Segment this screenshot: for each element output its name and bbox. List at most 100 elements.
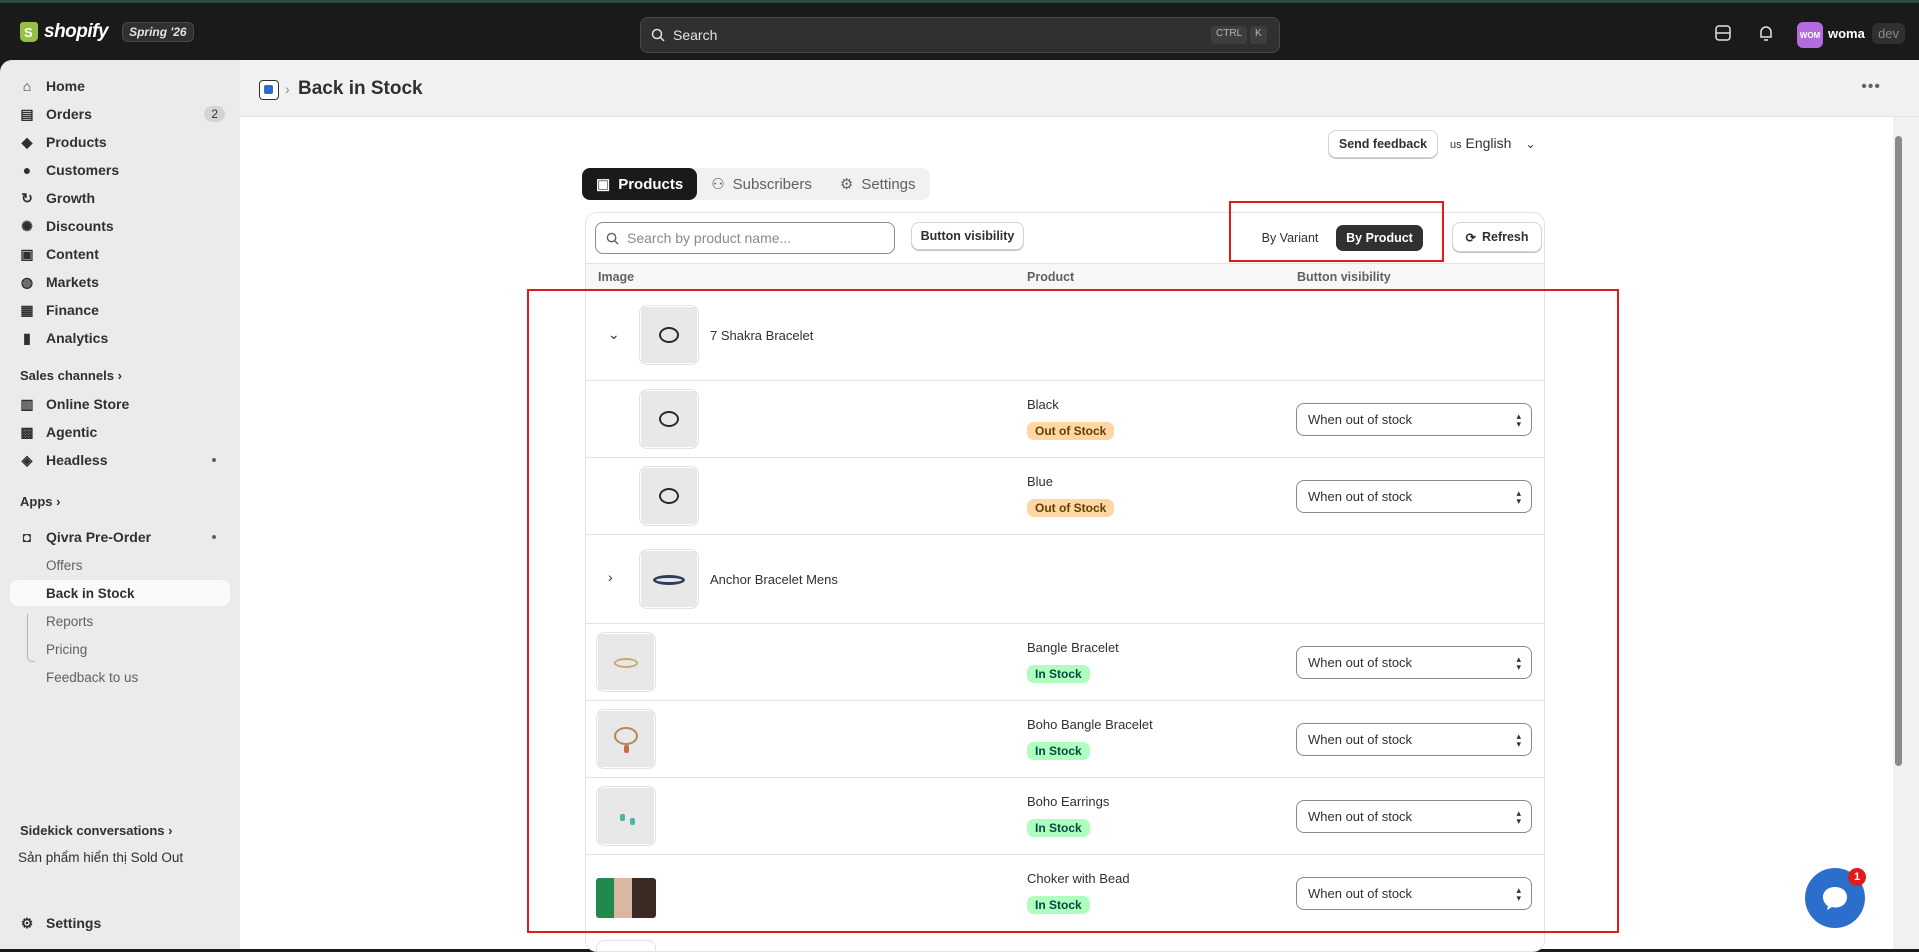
by-product-button[interactable]: By Product [1336, 225, 1423, 251]
sidekick-conversation-item[interactable]: Sản phẩm hiển thị Sold Out [18, 850, 183, 865]
sidebar-item-orders[interactable]: ▤ Orders 2 [10, 101, 230, 127]
table-row-group[interactable]: › Anchor Bracelet Mens [586, 535, 1544, 624]
shopify-logo[interactable]: shopify Spring '26 [20, 21, 194, 43]
product-name: Anchor Bracelet Mens [710, 572, 838, 587]
tab-subscribers[interactable]: ⚇ Subscribers [697, 168, 826, 200]
sidebar-item-settings[interactable]: ⚙ Settings [10, 910, 230, 936]
refresh-label: Refresh [1481, 230, 1529, 244]
sidebar-item-analytics[interactable]: ▮ Analytics [10, 325, 230, 351]
select-value: When out of stock [1308, 732, 1413, 747]
sidebar-item-products[interactable]: ◆ Products [10, 129, 230, 155]
sidebar-item-finance[interactable]: ▦ Finance [10, 297, 230, 323]
language-select[interactable]: us English ⌄ [1450, 135, 1536, 151]
choker-image [596, 878, 656, 918]
sidebar-subitem-offers[interactable]: Offers [10, 552, 230, 578]
select-value: When out of stock [1308, 809, 1413, 824]
avatar[interactable]: WOM [1797, 22, 1823, 48]
people-icon: ⚇ [711, 176, 725, 193]
shortcut-k: K [1250, 26, 1267, 44]
tab-settings[interactable]: ⚙ Settings [826, 168, 930, 200]
tab-products[interactable]: ▣ Products [582, 168, 698, 200]
sidebar-item-growth[interactable]: ↻ Growth [10, 185, 230, 211]
edition-badge: Spring '26 [122, 22, 194, 42]
gear-icon: ⚙ [839, 176, 854, 193]
store-name[interactable]: woma [1828, 26, 1865, 41]
visibility-select[interactable]: When out of stock ▴ ▾ [1296, 877, 1532, 910]
sidekick-heading[interactable]: Sidekick conversations › [20, 823, 172, 838]
sidebar-subitem-feedback[interactable]: Feedback to us [10, 664, 230, 690]
more-actions-icon[interactable]: ••• [1861, 78, 1881, 96]
visibility-select[interactable]: When out of stock ▴ ▾ [1296, 723, 1532, 756]
content-icon: ▣ [20, 245, 34, 262]
sidebar-subitem-reports[interactable]: Reports [10, 608, 230, 634]
by-variant-button[interactable]: By Variant [1244, 225, 1336, 251]
product-thumbnail [639, 305, 699, 365]
sidebar-item-content[interactable]: ▣ Content [10, 241, 230, 267]
chevron-right-icon[interactable]: › [608, 569, 613, 585]
more-dot [212, 458, 216, 462]
tab-bar: ▣ Products ⚇ Subscribers ⚙ Settings [582, 168, 930, 200]
bank-icon: ▦ [20, 301, 34, 318]
scrollbar-thumb[interactable] [1895, 136, 1902, 766]
product-thumbnail [596, 709, 656, 769]
growth-icon: ↻ [21, 189, 33, 206]
select-arrows-icon: ▴ ▾ [1516, 885, 1521, 903]
visibility-select[interactable]: When out of stock ▴ ▾ [1296, 646, 1532, 679]
breadcrumb-separator-icon: › [285, 81, 290, 97]
table-row-group[interactable]: ⌄ 7 Shakra Bracelet [586, 290, 1544, 381]
variant-thumbnail [639, 389, 699, 449]
shortcut-ctrl: CTRL [1211, 26, 1248, 44]
apps-heading[interactable]: Apps › [20, 494, 60, 509]
database-icon[interactable] [1713, 23, 1733, 43]
env-badge: dev [1872, 23, 1905, 44]
search-icon [606, 232, 619, 245]
column-header-product: Product [1027, 270, 1075, 284]
sidebar-item-label: Content [46, 246, 99, 262]
visibility-select[interactable]: When out of stock ▴ ▾ [1296, 403, 1532, 436]
chat-unread-badge: 1 [1848, 868, 1866, 886]
sidebar-subitem-back-in-stock[interactable]: Back in Stock [10, 580, 230, 606]
bracelet-image [641, 468, 697, 524]
status-badge: Out of Stock [1027, 499, 1115, 517]
products-card: Search by product name... Button visibil… [585, 212, 1545, 952]
product-name: Bangle Bracelet [1027, 640, 1119, 655]
sidebar-item-customers[interactable]: ● Customers [10, 157, 230, 183]
sidebar-subitem-pricing[interactable]: Pricing [10, 636, 230, 662]
select-arrows-icon: ▴ ▾ [1516, 488, 1521, 506]
select-value: When out of stock [1308, 489, 1413, 504]
layers-icon: ◈ [21, 451, 33, 468]
top-bar: shopify Spring '26 Search CTRL K WOM wom… [0, 0, 1919, 60]
sidebar-item-discounts[interactable]: ✺ Discounts [10, 213, 230, 239]
discount-icon: ✺ [21, 217, 33, 234]
chevron-down-icon[interactable]: ⌄ [608, 326, 620, 343]
sidebar-item-headless[interactable]: ◈ Headless [10, 447, 230, 473]
sidebar-item-markets[interactable]: ◍ Markets [10, 269, 230, 295]
select-arrows-icon: ▴ ▾ [1516, 411, 1521, 429]
tab-label: Products [618, 175, 684, 193]
sidebar-item-label: Settings [46, 915, 102, 931]
sidebar: ⌂ Home ▤ Orders 2 ◆ Products ● Customers ↻ Gro… [0, 60, 240, 949]
send-feedback-button[interactable]: Send feedback [1328, 130, 1438, 158]
product-search-input[interactable]: Search by product name... [595, 222, 895, 254]
refresh-button[interactable]: ⟳ Refresh [1452, 222, 1542, 252]
sidebar-item-online-store[interactable]: ▥ Online Store [10, 391, 230, 417]
visibility-select[interactable]: When out of stock ▴ ▾ [1296, 480, 1532, 513]
app-icon[interactable] [259, 80, 279, 100]
sidebar-item-label: Finance [46, 302, 99, 318]
product-thumbnail [596, 940, 656, 951]
sidebar-item-agentic[interactable]: ▩ Agentic [10, 419, 230, 445]
sales-channels-heading[interactable]: Sales channels › [20, 368, 122, 383]
button-visibility-filter[interactable]: Button visibility [911, 222, 1024, 250]
sidebar-item-qivra-pre-order[interactable]: ◘ Qivra Pre-Order [10, 524, 230, 550]
bangle-image [598, 634, 654, 690]
chat-icon [1823, 887, 1847, 910]
sidebar-item-label: Products [46, 134, 107, 150]
global-search[interactable]: Search CTRL K [640, 17, 1280, 53]
sidebar-item-home[interactable]: ⌂ Home [10, 73, 230, 99]
select-value: When out of stock [1308, 412, 1413, 427]
more-dot [212, 535, 216, 539]
app-icon: ◘ [22, 529, 32, 545]
search-placeholder: Search [673, 27, 718, 43]
visibility-select[interactable]: When out of stock ▴ ▾ [1296, 800, 1532, 833]
bell-icon[interactable] [1756, 23, 1776, 43]
